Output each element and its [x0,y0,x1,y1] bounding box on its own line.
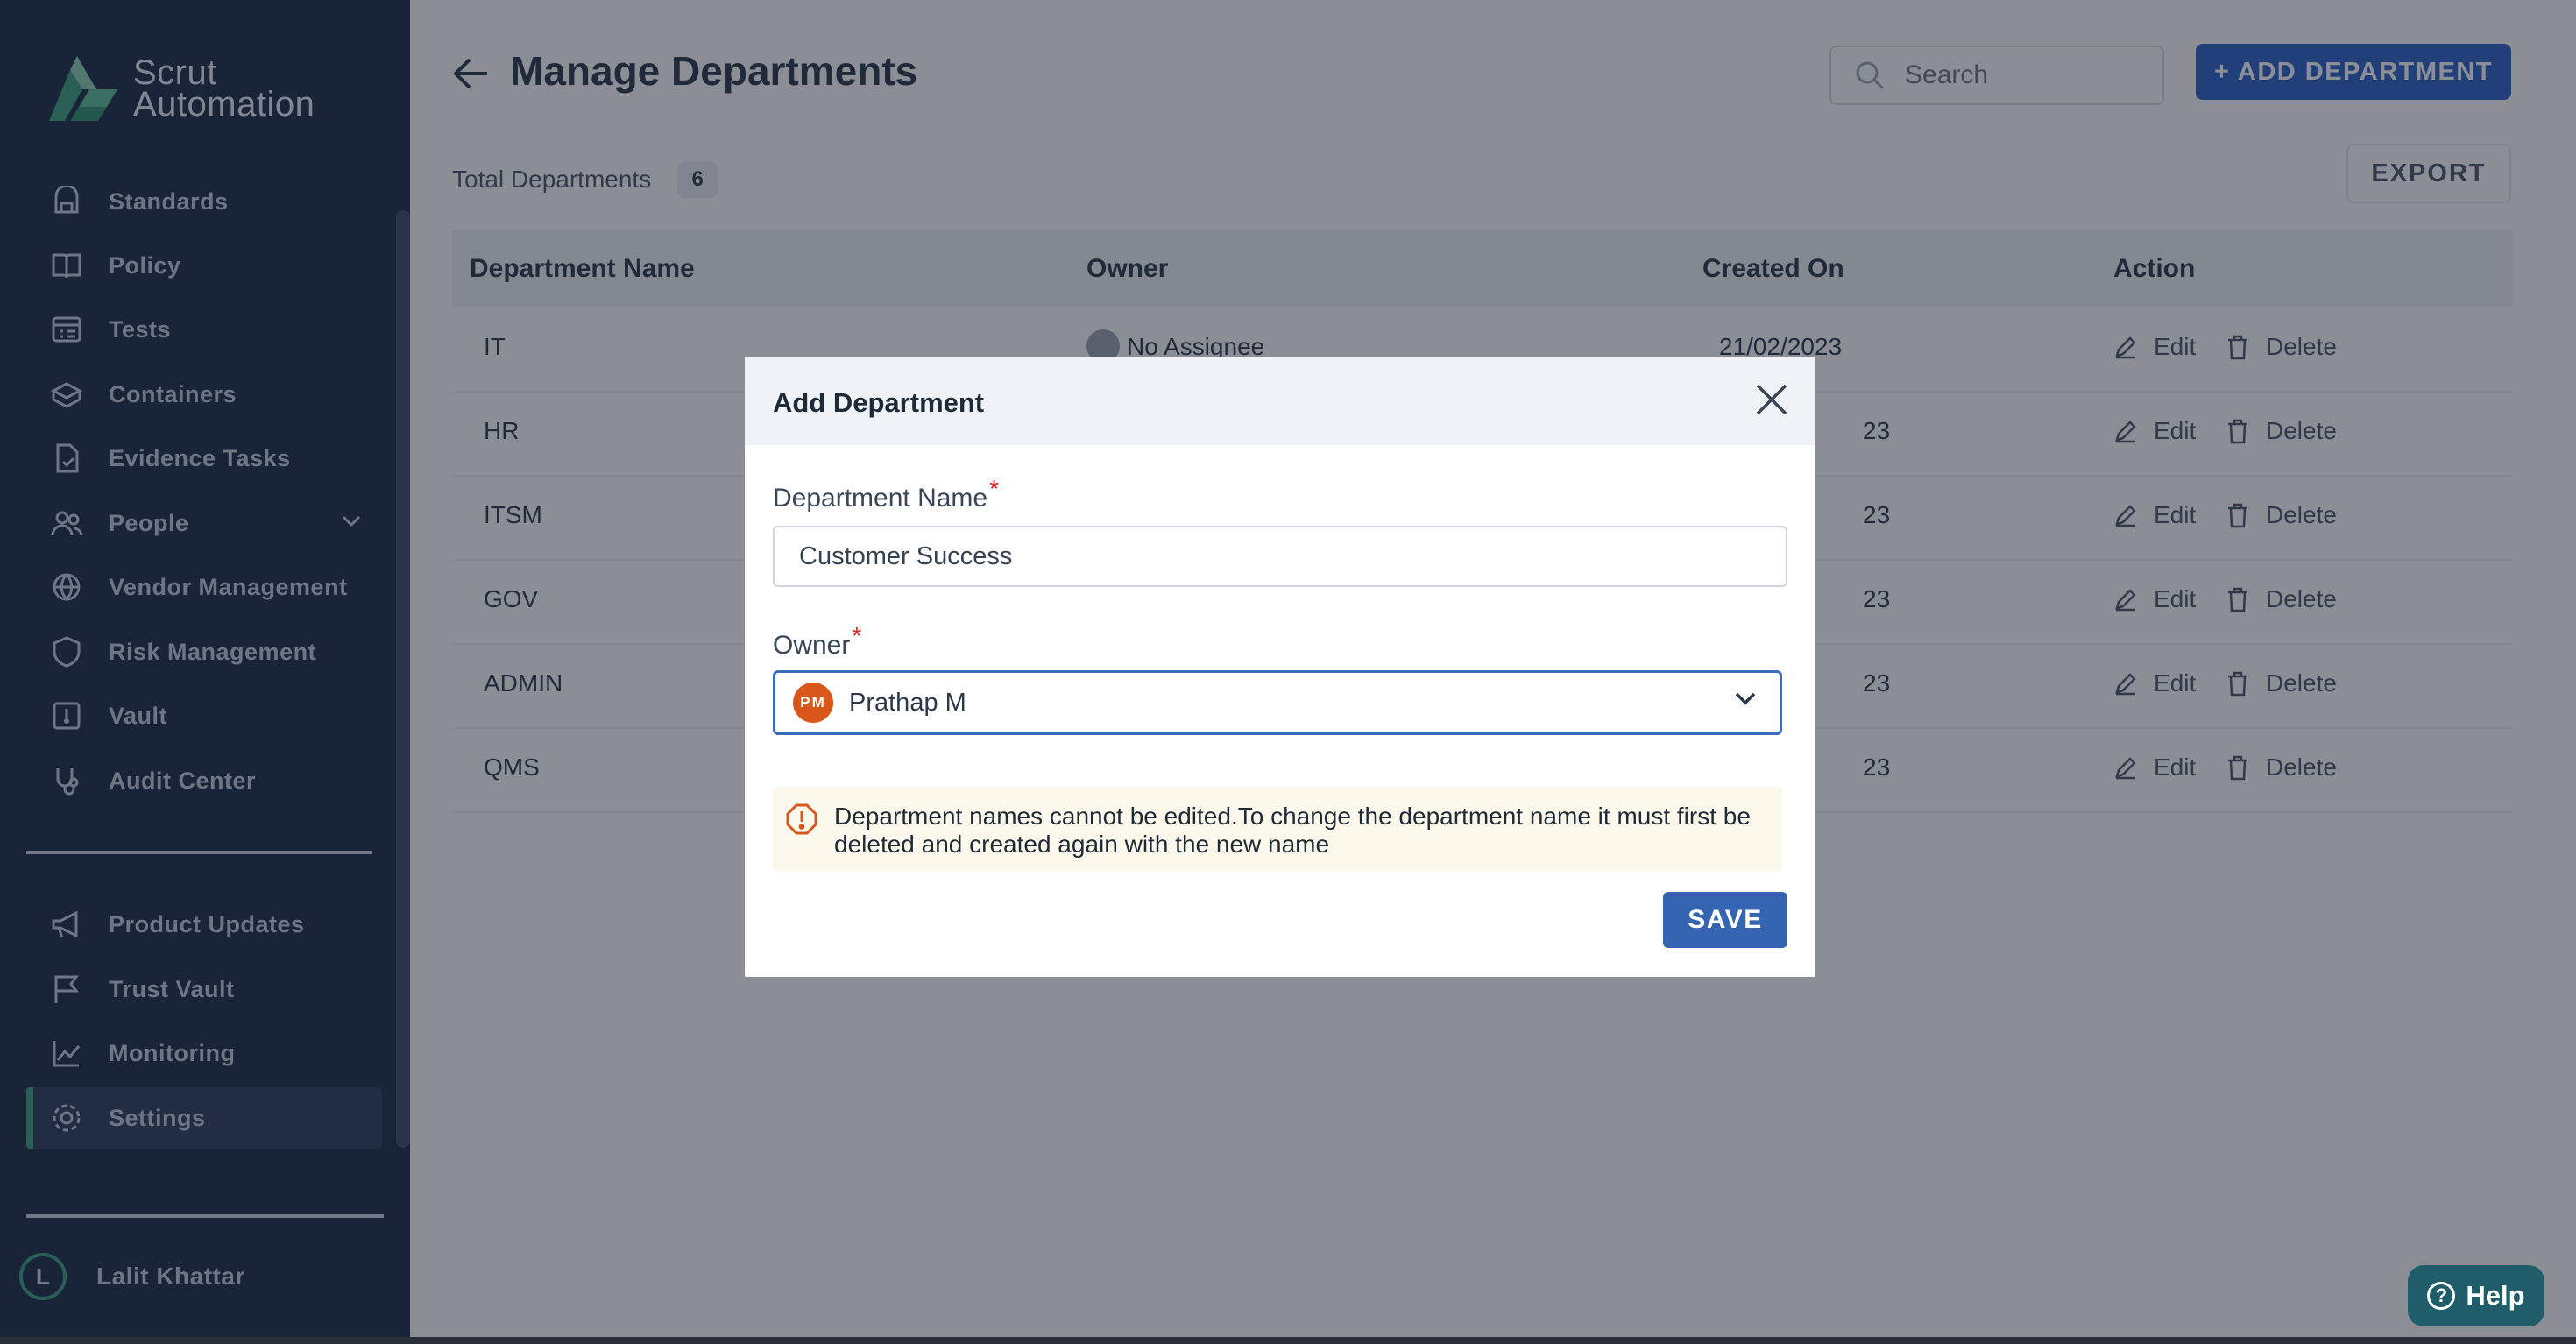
required-mark: * [852,622,862,649]
chevron-down-icon[interactable] [1734,690,1757,711]
add-department-modal: Add Department Department Name* Owner* P… [745,357,1815,977]
required-mark: * [989,475,1000,502]
department-name-label: Department Name* [773,475,999,513]
label-text: Owner [773,631,851,660]
question-icon: ? [2427,1282,2456,1310]
owner-label: Owner* [773,622,861,661]
owner-selected-value: Prathap M [849,688,966,717]
label-text: Department Name [773,484,988,513]
modal-header: Add Department [745,357,1815,445]
notice-text: Department names cannot be edited.To cha… [834,803,1751,858]
warning-notice: Department names cannot be edited.To cha… [773,787,1782,871]
help-button[interactable]: ? Help [2408,1265,2544,1326]
department-name-field[interactable] [773,526,1787,587]
modal-title: Add Department [773,387,985,418]
help-label: Help [2466,1280,2525,1311]
owner-select[interactable]: PM Prathap M [773,670,1782,735]
window-bottom-edge [0,1337,2576,1344]
department-name-input[interactable] [797,541,1765,572]
avatar: PM [793,683,833,723]
warning-icon [785,803,818,840]
close-icon[interactable] [1754,382,1789,417]
save-button[interactable]: SAVE [1663,892,1787,948]
